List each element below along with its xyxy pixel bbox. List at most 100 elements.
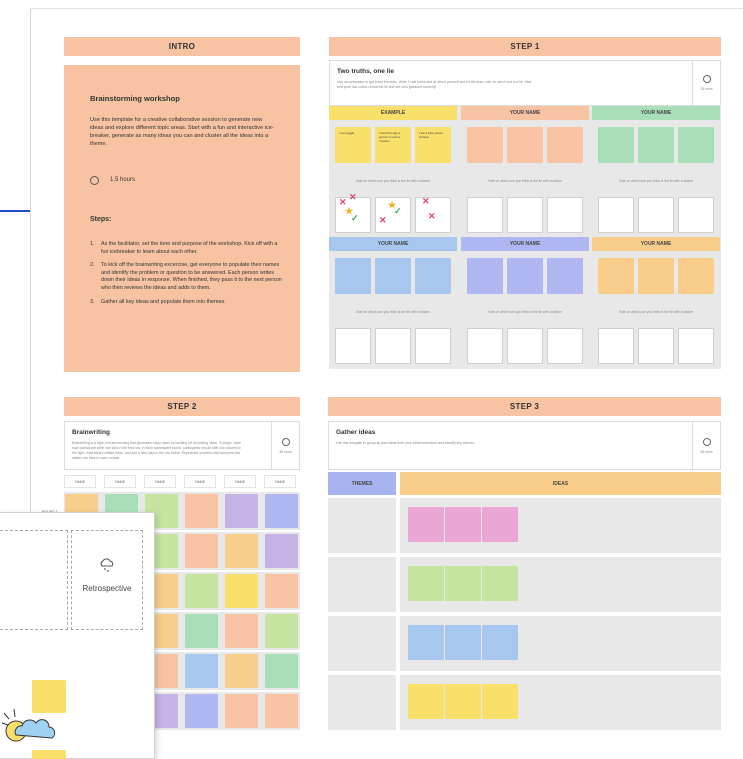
person-card-header: YOUR NAME: [592, 237, 720, 251]
sticky-note[interactable]: [375, 258, 411, 294]
sticky-note[interactable]: [185, 614, 218, 648]
vote-instructions: Vote on which one you think is the lie w…: [487, 179, 563, 183]
theme-cell[interactable]: [328, 675, 396, 730]
sticky-note[interactable]: [482, 566, 518, 601]
step1-instructions-card[interactable]: Two truths, one lie Use an icebreaker to…: [329, 60, 721, 106]
person-card-header: YOUR NAME: [461, 106, 589, 120]
sticky-note[interactable]: [638, 258, 674, 294]
vote-instructions: Vote on which one you think is the lie w…: [487, 310, 563, 314]
vote-box[interactable]: [598, 197, 634, 233]
sticky-note[interactable]: [445, 625, 481, 660]
vote-box[interactable]: [678, 328, 714, 364]
step2-header: STEP 2: [64, 397, 300, 416]
sticky-note[interactable]: [598, 258, 634, 294]
sticky-note[interactable]: [185, 694, 218, 728]
sticky-note[interactable]: [408, 684, 444, 719]
sticky-note[interactable]: [467, 127, 503, 163]
sticky-note[interactable]: [185, 494, 218, 528]
sticky-note[interactable]: [415, 258, 451, 294]
sticky-note[interactable]: [225, 574, 258, 608]
intro-duration: 1.5 hours: [110, 177, 136, 183]
sticky-note[interactable]: [225, 614, 258, 648]
sticky-note[interactable]: [225, 694, 258, 728]
sticky-note[interactable]: [482, 625, 518, 660]
sticky-note[interactable]: [265, 534, 298, 568]
template-tile-retrospective[interactable]: Retrospective: [71, 530, 143, 630]
sticky-note[interactable]: [598, 127, 634, 163]
vote-box[interactable]: [638, 197, 674, 233]
theme-cell[interactable]: [328, 498, 396, 553]
sticky-note[interactable]: [408, 507, 444, 542]
sticky-note[interactable]: I can juggle: [335, 127, 371, 163]
vote-box[interactable]: [547, 197, 583, 233]
sticky-note[interactable]: [445, 566, 481, 601]
sticky-note[interactable]: [678, 258, 714, 294]
sticky-note[interactable]: [265, 694, 298, 728]
name-column-header: NAME: [264, 475, 296, 488]
sticky-note[interactable]: [265, 614, 298, 648]
step2-time: 45 mins: [279, 449, 292, 454]
sticky-note[interactable]: [547, 127, 583, 163]
vote-sticker-icon: ✕: [422, 196, 430, 206]
sticky-note[interactable]: [185, 534, 218, 568]
sticky-note[interactable]: [482, 507, 518, 542]
sticky-note[interactable]: [445, 684, 481, 719]
template-tile[interactable]: [0, 530, 68, 630]
sticky-note[interactable]: [225, 654, 258, 688]
sticky-note[interactable]: I lived through a period in such a Yonke…: [375, 127, 411, 163]
vote-box[interactable]: [507, 328, 543, 364]
step2-instructions-card[interactable]: Brainwriting Brainwriting is a style of …: [64, 421, 300, 470]
vote-box[interactable]: [335, 328, 371, 364]
sticky-note[interactable]: [482, 684, 518, 719]
person-card-header: YOUR NAME: [592, 106, 720, 120]
sticky-note[interactable]: [408, 625, 444, 660]
sticky-note[interactable]: [265, 574, 298, 608]
sticky-note[interactable]: [265, 494, 298, 528]
sticky-note[interactable]: [678, 127, 714, 163]
vote-box[interactable]: [678, 197, 714, 233]
sun-cloud-icon: [1, 708, 56, 742]
step3-instructions-card[interactable]: Gather ideas Use this template to group …: [328, 421, 721, 470]
intro-panel[interactable]: Brainstorming workshop Use this template…: [64, 65, 300, 372]
sticky-note[interactable]: I ate a blue-whole chicken: [415, 127, 451, 163]
sticky-note[interactable]: [445, 507, 481, 542]
sticky-note[interactable]: [265, 654, 298, 688]
vote-sticker-icon: ✕: [379, 215, 387, 225]
alarm-clock-icon: [281, 437, 290, 446]
themes-header: THEMES: [328, 472, 396, 495]
sticky-note[interactable]: [185, 574, 218, 608]
alarm-clock-icon: [702, 437, 711, 446]
sticky-note[interactable]: [225, 534, 258, 568]
step3-timer: 45 mins: [692, 422, 720, 469]
sticky-note[interactable]: [507, 127, 543, 163]
template-picker-panel: Retrospective: [0, 512, 155, 759]
step1-title: Two truths, one lie: [337, 68, 394, 75]
vote-box[interactable]: [507, 197, 543, 233]
vote-box[interactable]: [467, 197, 503, 233]
sticky-note[interactable]: [467, 258, 503, 294]
sticky-note[interactable]: [638, 127, 674, 163]
theme-cell[interactable]: [328, 557, 396, 612]
steps-list: 1. As the facilitator, set the tone and p…: [90, 241, 282, 312]
vote-instructions: Vote on which one you think is the lie w…: [355, 310, 431, 314]
vote-box[interactable]: [467, 328, 503, 364]
step2-title: Brainwriting: [72, 429, 110, 436]
sticky-note[interactable]: [335, 258, 371, 294]
vote-box[interactable]: [638, 328, 674, 364]
sticky-note[interactable]: [547, 258, 583, 294]
sticky-note[interactable]: [185, 654, 218, 688]
step1-timer: 15 mins: [692, 61, 720, 105]
sticky-note: [32, 750, 66, 759]
vote-box[interactable]: [547, 328, 583, 364]
vote-sticker-icon: ✕: [349, 192, 357, 202]
vote-box[interactable]: [375, 328, 411, 364]
list-item: 1. As the facilitator, set the tone and p…: [90, 241, 278, 255]
sticky-note[interactable]: [408, 566, 444, 601]
intro-description: Use this template for a creative collabo…: [90, 117, 274, 147]
sticky-note[interactable]: [507, 258, 543, 294]
vote-box[interactable]: [415, 328, 451, 364]
theme-cell[interactable]: [328, 616, 396, 671]
sticky-note[interactable]: [225, 494, 258, 528]
vote-box[interactable]: [598, 328, 634, 364]
step1-description: Use an icebreaker to get know the team. …: [337, 80, 532, 89]
